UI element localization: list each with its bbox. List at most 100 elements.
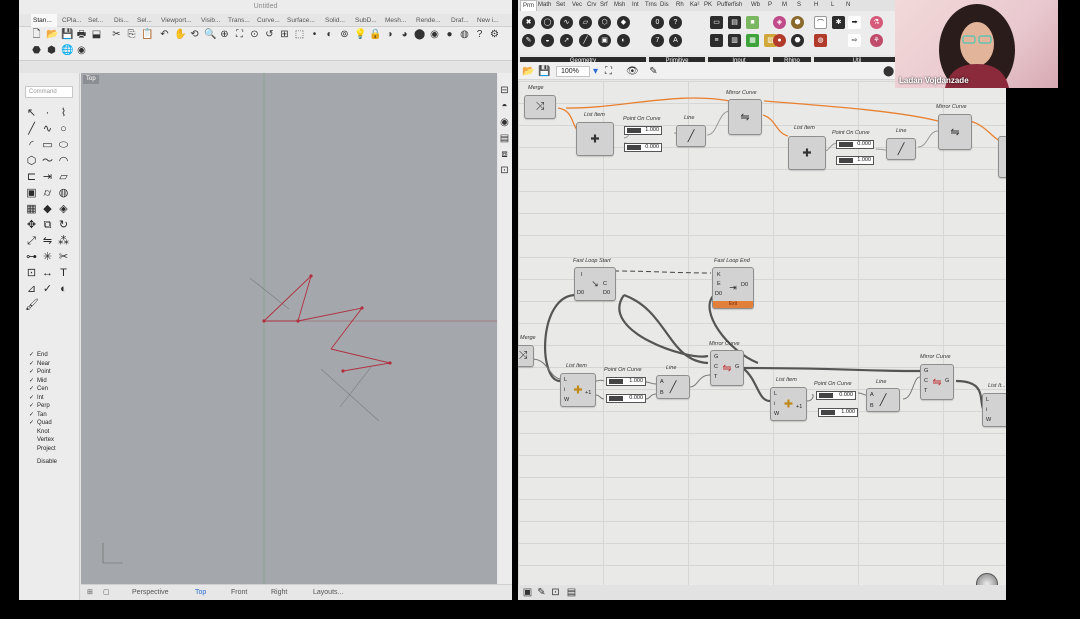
offset-tool-icon[interactable]: ⊏: [25, 171, 38, 184]
group-tool-icon[interactable]: ⊡: [25, 267, 38, 280]
material-icon[interactable]: ◉: [429, 29, 440, 40]
trim-tool-icon[interactable]: ✂: [57, 251, 70, 264]
cut-icon[interactable]: ✂: [111, 29, 122, 40]
osnap-checkbox[interactable]: ✓: [29, 360, 37, 369]
gh-tab-int[interactable]: Int: [632, 0, 639, 11]
gh-tab-set[interactable]: Set: [556, 0, 565, 11]
list-item-component-1[interactable]: ✚: [576, 122, 614, 156]
extend-tool-icon[interactable]: ⇥: [41, 171, 54, 184]
gh-open-icon[interactable]: 📂: [522, 66, 534, 77]
osnap-checkbox[interactable]: ✓: [29, 351, 37, 360]
gh-tab-l[interactable]: L: [831, 0, 834, 11]
param-mesh-icon[interactable]: ⬡: [598, 16, 611, 29]
tab-curve-tools[interactable]: Curve...: [255, 14, 281, 27]
cylinder-tool-icon[interactable]: ⌭: [41, 187, 54, 200]
tab-cplanes[interactable]: CPla...: [60, 14, 84, 27]
osnap-mid[interactable]: ✓ Mid: [29, 377, 77, 386]
open-file-icon[interactable]: 📂: [46, 29, 58, 40]
ellipse-tool-icon[interactable]: ⬭: [57, 139, 70, 152]
grasshopper-launch-icon[interactable]: ⬢: [46, 45, 57, 56]
mesh-tool-icon[interactable]: ▦: [25, 203, 38, 216]
osnap-project[interactable]: Project: [29, 445, 77, 454]
fast-loop-start-component[interactable]: I D0 C D0 ↘: [574, 267, 616, 301]
list-item-component-4[interactable]: L i W +1 ✚: [770, 387, 807, 421]
gh-tab-p[interactable]: P: [768, 0, 772, 11]
util-flask-icon[interactable]: ⚗: [870, 16, 883, 29]
sphere-icon[interactable]: ●: [444, 29, 455, 40]
render-tool-icon[interactable]: ◐: [57, 283, 70, 296]
shade-icon[interactable]: ◑: [384, 29, 395, 40]
param-number-icon[interactable]: 0: [651, 16, 664, 29]
osnap-checkbox[interactable]: ✓: [29, 377, 37, 386]
tab-mesh-tools[interactable]: Mesh...: [383, 14, 409, 27]
tab-render-tools[interactable]: Rende...: [414, 14, 442, 27]
osnap-vertex[interactable]: Vertex: [29, 436, 77, 445]
line-tool-icon[interactable]: ╱: [25, 123, 38, 136]
util-galapagos-icon[interactable]: ⚘: [870, 34, 883, 47]
merge-component-mid[interactable]: ⤨: [518, 345, 534, 367]
visibility-icon[interactable]: ◐: [324, 29, 335, 40]
four-viewports-icon[interactable]: ⊞: [279, 29, 290, 40]
param-line-icon[interactable]: ╱: [579, 34, 592, 47]
tab-display[interactable]: Dis...: [112, 14, 132, 27]
param-box-icon[interactable]: ▣: [598, 34, 611, 47]
panel-icon[interactable]: ▢: [103, 585, 110, 600]
select-arrow-icon[interactable]: ↖: [25, 107, 38, 120]
freeform-tool-icon[interactable]: 〜: [41, 155, 54, 168]
osnap-perp[interactable]: ✓ Perp: [29, 402, 77, 411]
grasshopper-icon[interactable]: ⬣: [31, 45, 42, 56]
param-field-icon[interactable]: ◐: [617, 34, 630, 47]
list-item-component-3[interactable]: L i W +1 ✚: [560, 373, 596, 407]
grid-icon[interactable]: ⊞: [87, 585, 93, 600]
osnap-near[interactable]: ✓ Near: [29, 360, 77, 369]
properties-icon[interactable]: ⊟: [499, 85, 510, 96]
gh-status-icon-4[interactable]: ▤: [566, 587, 577, 598]
circle-tool-icon[interactable]: ○: [57, 123, 70, 136]
viewport-tab-front[interactable]: Front: [231, 585, 247, 600]
tab-drafting[interactable]: Draf...: [449, 14, 469, 27]
osnap-disable[interactable]: Disable: [29, 458, 77, 467]
paste-icon[interactable]: 📋: [141, 29, 153, 40]
zoom-window-icon[interactable]: ⊕: [219, 29, 230, 40]
gh-tab-msh[interactable]: Msh: [614, 0, 625, 11]
tab-select[interactable]: Sel...: [135, 14, 155, 27]
gh-tab-vec[interactable]: Vec: [572, 0, 582, 11]
environment-icon[interactable]: ◍: [459, 29, 470, 40]
input-panel-icon[interactable]: ▤: [728, 16, 741, 29]
zoom-extents-icon[interactable]: ⛶: [234, 29, 245, 40]
util-arrow-icon[interactable]: ➡: [848, 16, 861, 29]
zoom-icon[interactable]: 🔍: [204, 29, 216, 40]
slider-4[interactable]: 1.000: [836, 156, 874, 165]
tab-viewport-layout[interactable]: Viewport...: [159, 14, 195, 27]
explode-tool-icon[interactable]: ✳: [41, 251, 54, 264]
mirror-curve-component-3[interactable]: G C T G ⇋: [710, 350, 744, 386]
osnap-tan[interactable]: ✓ Tan: [29, 411, 77, 420]
mirror-curve-component-2[interactable]: ⇋: [938, 114, 972, 150]
tab-setview[interactable]: Set...: [86, 14, 108, 27]
viewport-tab-top[interactable]: Top: [195, 585, 206, 600]
rhino-pipeline-icon[interactable]: ◈: [773, 16, 786, 29]
partial-component-top-right[interactable]: [998, 136, 1006, 178]
gh-tab-math[interactable]: Math: [538, 0, 551, 11]
slider-3[interactable]: 0.000: [836, 140, 874, 149]
osnap-checkbox[interactable]: ✓: [29, 411, 37, 420]
globe-icon[interactable]: 🌐: [61, 45, 73, 56]
param-brep-icon[interactable]: ◆: [617, 16, 630, 29]
undo-icon[interactable]: ↶: [159, 29, 170, 40]
gh-tab-pk[interactable]: PK: [704, 0, 712, 11]
gh-tab-rh[interactable]: Rh: [676, 0, 684, 11]
help-panel-icon[interactable]: ⊡: [499, 165, 510, 176]
gh-tab-pufferfish[interactable]: Pufferfish: [717, 0, 742, 11]
render-icon[interactable]: ⬤: [414, 29, 425, 40]
gh-status-icon-2[interactable]: ✎: [536, 587, 547, 598]
new-file-icon[interactable]: 🗋: [31, 29, 42, 40]
surface-tool-icon[interactable]: ▱: [57, 171, 70, 184]
input-value-icon[interactable]: ▥: [728, 34, 741, 47]
record-icon[interactable]: ◉: [76, 45, 87, 56]
gh-status-icon-3[interactable]: ⊡: [550, 587, 561, 598]
tab-transform[interactable]: Trans...: [226, 14, 252, 27]
gh-tab-h[interactable]: H: [814, 0, 818, 11]
mirror-curve-component-1[interactable]: ⇋: [728, 99, 762, 135]
paint-tool-icon[interactable]: 🖌: [25, 299, 39, 312]
zoom-dropdown-icon[interactable]: ▾: [590, 66, 601, 77]
